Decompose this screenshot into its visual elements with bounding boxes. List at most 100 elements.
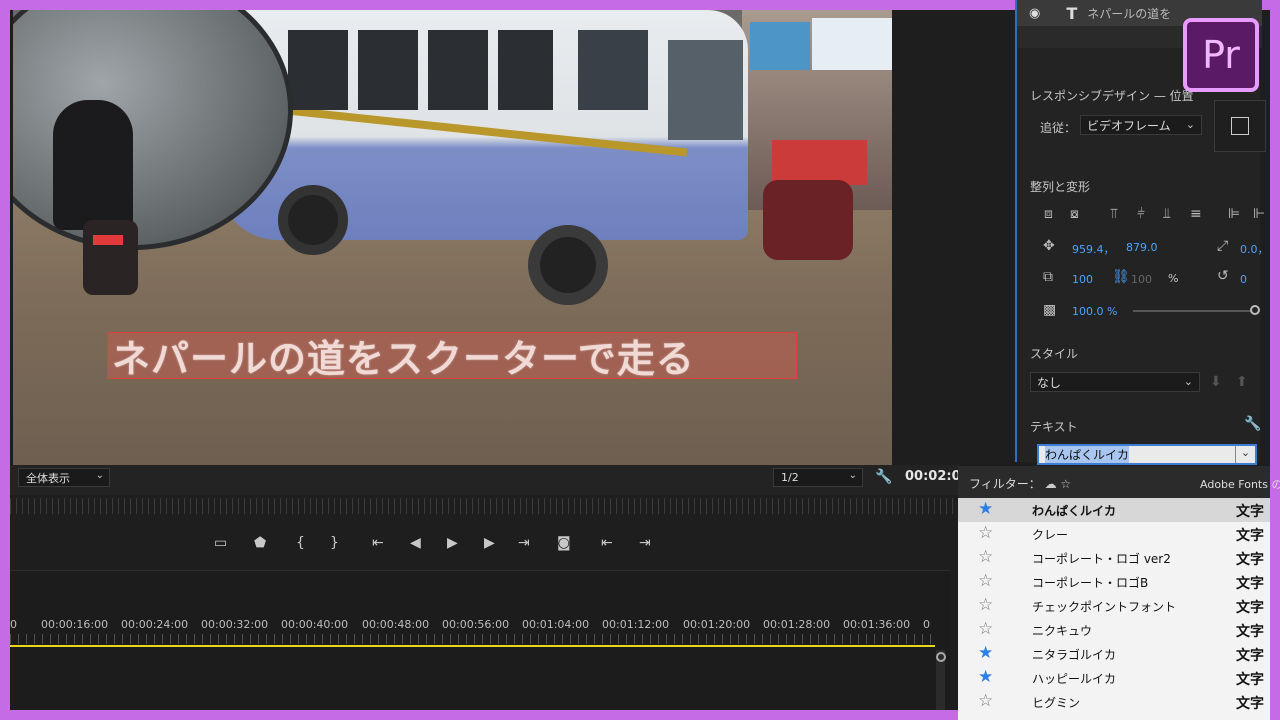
timeline-zoom-knob[interactable] [936,652,946,662]
link-icon[interactable]: ⛓ [1112,269,1130,285]
pin-widget[interactable] [1214,100,1266,152]
align-right-icon[interactable]: ⊩ [1253,206,1265,222]
font-sample: 文字 [1236,576,1264,592]
timeline-timecode: 00:01:20:00 [683,618,751,631]
font-search-input[interactable]: わんぱくルイカ ⌄ [1037,444,1257,465]
position-y[interactable]: 879.0 [1126,241,1158,254]
star-outline-icon[interactable]: ☆ [978,523,993,543]
export-frame-icon[interactable]: ◙ [557,535,571,551]
align-top-icon[interactable]: ⫪ [1110,206,1118,222]
font-name: チェックポイントフォント [1032,600,1177,614]
opacity-value[interactable]: 100.0 % [1072,305,1117,318]
font-sample: 文字 [1236,696,1264,712]
font-sample: 文字 [1236,648,1264,664]
fit-value: 全体表示 [26,471,70,485]
add-marker-icon[interactable]: ⬟ [254,535,266,551]
star-outline-icon[interactable]: ☆ [978,571,993,591]
lift-icon[interactable]: ⇤ [601,535,613,551]
font-sample: 文字 [1236,552,1264,568]
align-bottom-icon[interactable]: ⫫ [1163,206,1171,222]
timeline-timecode: 00:01:28:00 [763,618,831,631]
anchor-icon: ⤢ [1217,238,1229,254]
font-list-item[interactable]: ★ ハッピールイカ 文字 [958,666,1270,690]
chevron-down-icon: ⌄ [95,470,104,481]
mark-in-icon[interactable]: { [296,535,305,551]
timeline-ruler[interactable] [10,634,935,644]
safe-margins-icon[interactable]: ▭ [214,535,227,551]
eye-icon[interactable]: ◉ [1029,6,1040,21]
logo-text: Pr [1202,33,1240,77]
star-filled-icon[interactable]: ★ [978,667,993,687]
responsive-design-label: レスポンシブデザイン — 位置 [1030,89,1194,103]
font-list-item[interactable]: ☆ コーポレート・ロゴ ver2 文字 [958,546,1270,570]
timeline-timecode: 00:00:40:00 [281,618,349,631]
star-filter-icon[interactable]: ☆ [1060,477,1071,491]
zoom-fit-dropdown[interactable]: 全体表示 ⌄ [18,468,110,487]
step-back-icon[interactable]: ◀ [410,535,421,551]
rotation-value[interactable]: 0 [1240,273,1247,286]
align-vertical-center-icon[interactable]: ⧈ [1044,206,1053,222]
star-filled-icon[interactable]: ★ [978,643,993,663]
star-outline-icon[interactable]: ☆ [978,595,993,615]
motorcycle-image [763,180,853,260]
go-to-out-icon[interactable]: ⇥ [518,535,530,551]
scale-height-value[interactable]: 100 [1131,273,1152,286]
cloud-filter-icon[interactable]: ☁ [1045,477,1057,491]
push-style-icon[interactable]: ⬇ [1210,374,1222,390]
opacity-slider-handle[interactable] [1250,305,1260,315]
font-list-item[interactable]: ☆ コーポレート・ロゴB 文字 [958,570,1270,594]
mark-out-icon[interactable]: } [330,535,339,551]
font-list-item[interactable]: ☆ ニクキュウ 文字 [958,618,1270,642]
playhead-timecode[interactable]: 00:02:0 [905,469,961,484]
opacity-slider[interactable] [1133,310,1253,312]
scale-value[interactable]: 100 [1072,273,1093,286]
distribute-icon[interactable]: ≡ [1190,206,1202,222]
star-outline-icon[interactable]: ☆ [978,547,993,567]
font-list-item[interactable]: ☆ クレー 文字 [958,522,1270,546]
rotation-icon: ↺ [1217,268,1229,284]
star-outline-icon[interactable]: ☆ [978,691,993,711]
font-sample: 文字 [1236,672,1264,688]
style-dropdown[interactable]: なし ⌄ [1030,372,1200,392]
play-icon[interactable]: ▶ [447,535,458,551]
chevron-down-icon[interactable]: ⌄ [1235,446,1255,463]
font-list-item[interactable]: ☆ チェックポイントフォント 文字 [958,594,1270,618]
adobe-fonts-link[interactable]: Adobe Fonts の [1200,476,1280,492]
timeline-timecode: 0 [10,618,17,631]
star-outline-icon[interactable]: ☆ [978,619,993,639]
align-middle-icon[interactable]: ⫩ [1137,206,1145,222]
font-list-item[interactable]: ☆ ヒグミン 文字 [958,690,1270,714]
go-to-in-icon[interactable]: ⇤ [372,535,384,551]
chevron-down-icon: ⌄ [848,470,857,481]
chevron-down-icon: ⌄ [1183,375,1193,388]
font-sample: 文字 [1236,504,1264,520]
extract-icon[interactable]: ⇥ [639,535,651,551]
timeline-timecode: 00:00:56:00 [442,618,510,631]
chevron-down-icon: ⌄ [1185,118,1195,131]
align-left-icon[interactable]: ⊫ [1228,206,1240,222]
program-monitor-video[interactable]: ネパールの道をスクーターで走る [13,10,892,465]
align-horizontal-center-icon[interactable]: ⧇ [1070,206,1079,222]
timeline-timecode: 00:01:36:00 [843,618,911,631]
wrench-icon[interactable]: 🔧 [1244,416,1261,432]
settings-wrench-icon[interactable]: 🔧 [875,469,892,485]
step-forward-icon[interactable]: ▶ [484,535,495,551]
resolution-dropdown[interactable]: 1/2 ⌄ [773,468,863,487]
style-label: スタイル [1030,347,1079,361]
work-area-bar[interactable] [10,645,935,647]
font-list-item[interactable]: ★ わんぱくルイカ 文字 [958,498,1270,522]
position-x[interactable]: 959.4， [1072,241,1115,257]
position-icon: ✥ [1043,238,1055,254]
font-list-item[interactable]: ★ ニタラゴルイカ 文字 [958,642,1270,666]
title-overlay-text: ネパールの道をスクーターで走る [112,337,695,381]
title-text-box[interactable]: ネパールの道をスクーターで走る [107,332,797,381]
star-filled-icon[interactable]: ★ [978,499,993,519]
anchor-value[interactable]: 0.0， [1240,241,1269,257]
font-sample: 文字 [1236,528,1264,544]
font-name: クレー [1032,528,1069,542]
follow-dropdown[interactable]: ビデオフレーム ⌄ [1080,115,1202,135]
sync-style-icon[interactable]: ⬆ [1236,374,1248,390]
font-name: ヒグミン [1032,696,1081,710]
monitor-time-ruler[interactable] [10,498,960,514]
timeline-timecode: 00:00:16:00 [41,618,109,631]
